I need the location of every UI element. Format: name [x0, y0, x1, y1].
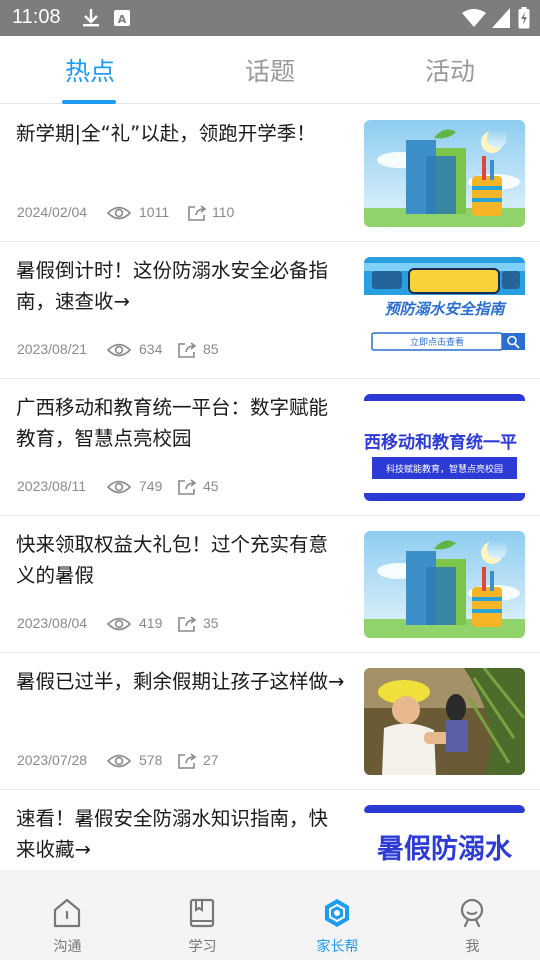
- tab-hot-label: 热点: [64, 57, 115, 86]
- article-item[interactable]: 暑假倒计时！这份防溺水安全必备指南，速查收→ 2023/08/21 634 85…: [0, 242, 540, 379]
- child-photo: [364, 668, 525, 775]
- nav-label: 我: [465, 939, 480, 955]
- article-thumbnail: 西移动和教育统一平 科技赋能教育，智慧点亮校园: [364, 394, 525, 501]
- tab-topics-label: 话题: [244, 57, 295, 86]
- status-time: 11:08: [12, 6, 61, 28]
- nav-communicate[interactable]: 沟通: [0, 870, 135, 960]
- article-views: 578: [139, 752, 163, 768]
- article-views: 749: [139, 478, 163, 494]
- nav-label: 沟通: [53, 939, 82, 955]
- battery-charging-icon: [518, 7, 530, 29]
- book-icon: [189, 898, 215, 928]
- article-thumbnail: [364, 120, 525, 227]
- article-title: 速看！暑假安全防溺水知识指南，快来收藏→: [16, 807, 329, 861]
- active-tab-indicator: [62, 100, 116, 104]
- article-item[interactable]: 快来领取权益大礼包！过个充实有意义的暑假 2023/08/04 419 35: [0, 516, 540, 653]
- home-icon: [53, 898, 81, 928]
- nav-parent-help[interactable]: 家长帮: [270, 870, 405, 960]
- signal-icon: [492, 8, 510, 28]
- nav-label: 家长帮: [316, 939, 359, 955]
- svg-text:A: A: [118, 13, 127, 26]
- share-icon: [178, 753, 197, 769]
- article-title: 暑假已过半，剩余假期让孩子这样做→: [16, 670, 345, 693]
- article-shares: 85: [203, 341, 219, 357]
- status-bar: 11:08 A: [0, 0, 540, 36]
- books-illustration: [364, 120, 525, 227]
- article-thumbnail: [364, 668, 525, 775]
- article-shares: 45: [203, 478, 219, 494]
- article-list[interactable]: 新学期|全“礼”以赴，领跑开学季！ 2024/02/04 1011 110 暑假…: [0, 105, 540, 870]
- article-item[interactable]: 暑假已过半，剩余假期让孩子这样做→ 2023/07/28 578 27: [0, 653, 540, 790]
- views-icon: [107, 480, 131, 494]
- share-icon: [188, 205, 207, 221]
- thumb-sub-text: 科技赋能教育，智慧点亮校园: [385, 465, 503, 475]
- books-illustration: [364, 531, 525, 638]
- article-item[interactable]: 新学期|全“礼”以赴，领跑开学季！ 2024/02/04 1011 110: [0, 105, 540, 242]
- bottom-navigation: 沟通 学习 家长帮 我: [0, 870, 540, 960]
- article-views: 1011: [139, 204, 170, 220]
- keyboard-a-icon: A: [114, 10, 130, 26]
- article-item[interactable]: 广西移动和教育统一平台：数字赋能教育，智慧点亮校园 2023/08/11 749…: [0, 379, 540, 516]
- article-views: 419: [139, 615, 163, 631]
- share-icon: [178, 616, 197, 632]
- tab-activities[interactable]: 活动: [360, 36, 540, 104]
- hexagon-icon: [325, 899, 349, 927]
- article-title: 新学期|全“礼”以赴，领跑开学季！: [16, 122, 316, 145]
- article-thumbnail: 预防溺水安全指南 立即点击查看: [364, 257, 525, 364]
- article-title: 快来领取权益大礼包！过个充实有意义的暑假: [16, 533, 329, 587]
- nav-label: 学习: [188, 939, 217, 955]
- article-date: 2023/08/21: [17, 341, 88, 357]
- article-thumbnail: [364, 531, 525, 638]
- thumb-banner-text: 西移动和教育统一平: [364, 433, 517, 453]
- article-thumbnail: 暑假防溺水: [364, 805, 525, 870]
- nav-study[interactable]: 学习: [135, 870, 270, 960]
- article-shares: 35: [203, 615, 219, 631]
- top-tabs: 热点 话题 活动: [0, 36, 540, 104]
- profile-icon: [460, 898, 484, 928]
- article-date: 2023/07/28: [17, 752, 88, 768]
- article-date: 2023/08/11: [17, 478, 87, 494]
- views-icon: [107, 206, 131, 220]
- article-title: 广西移动和教育统一平台：数字赋能教育，智慧点亮校园: [16, 396, 329, 450]
- download-icon: [83, 9, 99, 27]
- views-icon: [107, 343, 131, 357]
- share-icon: [178, 342, 197, 358]
- tab-hot[interactable]: 热点: [0, 36, 180, 104]
- tab-topics[interactable]: 话题: [180, 36, 360, 104]
- views-icon: [107, 754, 131, 768]
- article-item[interactable]: 速看！暑假安全防溺水知识指南，快来收藏→ 暑假防溺水: [0, 790, 540, 870]
- thumb-button-text: 立即点击查看: [409, 338, 464, 348]
- wifi-icon: [462, 9, 486, 27]
- article-date: 2023/08/04: [17, 615, 88, 631]
- views-icon: [107, 617, 131, 631]
- article-title: 暑假倒计时！这份防溺水安全必备指南，速查收→: [16, 259, 329, 313]
- share-icon: [178, 479, 197, 495]
- article-date: 2024/02/04: [17, 204, 88, 220]
- article-views: 634: [139, 341, 163, 357]
- tab-activities-label: 活动: [424, 57, 475, 86]
- thumb-banner-text: 预防溺水安全指南: [384, 300, 505, 318]
- thumb-banner-text: 暑假防溺水: [377, 834, 512, 865]
- nav-me[interactable]: 我: [405, 870, 540, 960]
- article-shares: 110: [212, 204, 235, 220]
- article-shares: 27: [203, 752, 219, 768]
